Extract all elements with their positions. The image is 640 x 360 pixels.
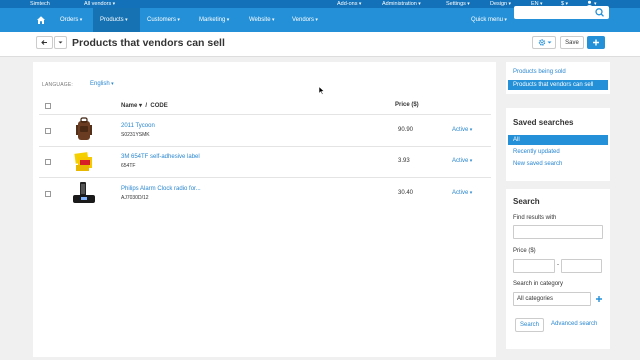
nav-marketing[interactable]: Marketing xyxy=(192,8,236,32)
category-label: Search in category xyxy=(513,281,564,287)
products-panel xyxy=(33,62,496,357)
nav-vendors[interactable]: Vendors xyxy=(285,8,325,32)
plus-icon[interactable] xyxy=(593,292,605,306)
arrow-left-icon xyxy=(41,40,47,45)
product-price[interactable]: 3.93 xyxy=(398,158,410,164)
administration-menu[interactable]: Administration xyxy=(382,1,421,7)
row-checkbox[interactable] xyxy=(45,128,51,134)
row-checkbox[interactable] xyxy=(45,191,51,197)
plus-icon xyxy=(593,39,599,46)
brand-link[interactable]: Simtech xyxy=(30,1,50,7)
settings-button[interactable] xyxy=(532,36,556,49)
product-name-link[interactable]: 2011 Tycoon xyxy=(121,123,155,129)
product-thumbnail-labels[interactable] xyxy=(72,150,96,174)
search-icon[interactable] xyxy=(591,6,609,19)
product-code: 654TF xyxy=(121,163,136,169)
product-price[interactable]: 30.40 xyxy=(398,190,413,196)
product-name-link[interactable]: 3M 654TF self-adhesive label xyxy=(121,154,200,160)
product-thumbnail-clock-radio[interactable] xyxy=(71,181,97,205)
nav-customers[interactable]: Customers xyxy=(140,8,187,32)
saved-search-all[interactable]: All xyxy=(508,135,608,145)
new-saved-search-link[interactable]: New saved search xyxy=(513,161,562,167)
nav-products[interactable]: Products xyxy=(93,8,140,32)
status-dropdown[interactable]: Active xyxy=(452,127,472,133)
advanced-search-link[interactable]: Advanced search xyxy=(551,321,597,327)
select-all-checkbox[interactable] xyxy=(45,103,51,109)
price-range-dash: - xyxy=(557,262,559,268)
header-divider xyxy=(39,114,491,115)
column-name[interactable]: Name ▾ / CODE xyxy=(121,102,168,109)
design-menu[interactable]: Design xyxy=(490,1,511,7)
row-checkbox[interactable] xyxy=(45,159,51,165)
search-title: Search xyxy=(513,197,540,206)
price-to-input[interactable] xyxy=(561,259,602,273)
product-name-link[interactable]: Philips Alarm Clock radio for... xyxy=(121,186,201,192)
add-product-button[interactable] xyxy=(587,36,605,49)
find-results-input[interactable] xyxy=(513,225,603,239)
addons-menu[interactable]: Add-ons xyxy=(337,1,361,7)
search-button[interactable]: Search xyxy=(515,318,544,332)
language-select[interactable]: English xyxy=(90,81,114,87)
view-products-vendors-can-sell[interactable]: Products that vendors can sell xyxy=(508,80,608,90)
category-select[interactable]: All categories xyxy=(513,292,591,306)
row-divider xyxy=(39,177,491,178)
nav-orders[interactable]: Orders xyxy=(53,8,89,32)
history-button[interactable] xyxy=(54,36,67,49)
quick-menu[interactable]: Quick menu xyxy=(471,8,507,32)
save-button[interactable]: Save xyxy=(560,36,584,49)
row-divider xyxy=(39,146,491,147)
product-code: S0231YSMK xyxy=(121,132,150,138)
category-select-value: All categories xyxy=(517,296,554,302)
product-thumbnail-backpack[interactable] xyxy=(74,117,94,143)
find-results-label: Find results with xyxy=(513,215,557,221)
vendor-selector[interactable]: All vendors xyxy=(84,1,115,7)
caret-down-icon xyxy=(58,41,63,44)
view-products-being-sold[interactable]: Products being sold xyxy=(513,69,566,75)
column-price[interactable]: Price ($) xyxy=(395,102,419,108)
product-code: AJ7030D/12 xyxy=(121,195,149,201)
settings-menu[interactable]: Settings xyxy=(446,1,470,7)
saved-search-recently-updated[interactable]: Recently updated xyxy=(513,149,560,155)
nav-website[interactable]: Website xyxy=(242,8,281,32)
gear-icon xyxy=(538,39,552,46)
price-from-input[interactable] xyxy=(513,259,555,273)
back-button[interactable] xyxy=(36,36,53,49)
saved-searches-title: Saved searches xyxy=(513,118,574,127)
status-dropdown[interactable]: Active xyxy=(452,190,472,196)
language-label: LANGUAGE: xyxy=(42,82,73,88)
home-icon[interactable] xyxy=(36,15,46,25)
product-price[interactable]: 90.90 xyxy=(398,127,413,133)
status-dropdown[interactable]: Active xyxy=(452,158,472,164)
page-title: Products that vendors can sell xyxy=(72,37,225,49)
price-label: Price ($) xyxy=(513,248,536,254)
cursor-icon xyxy=(318,86,325,95)
